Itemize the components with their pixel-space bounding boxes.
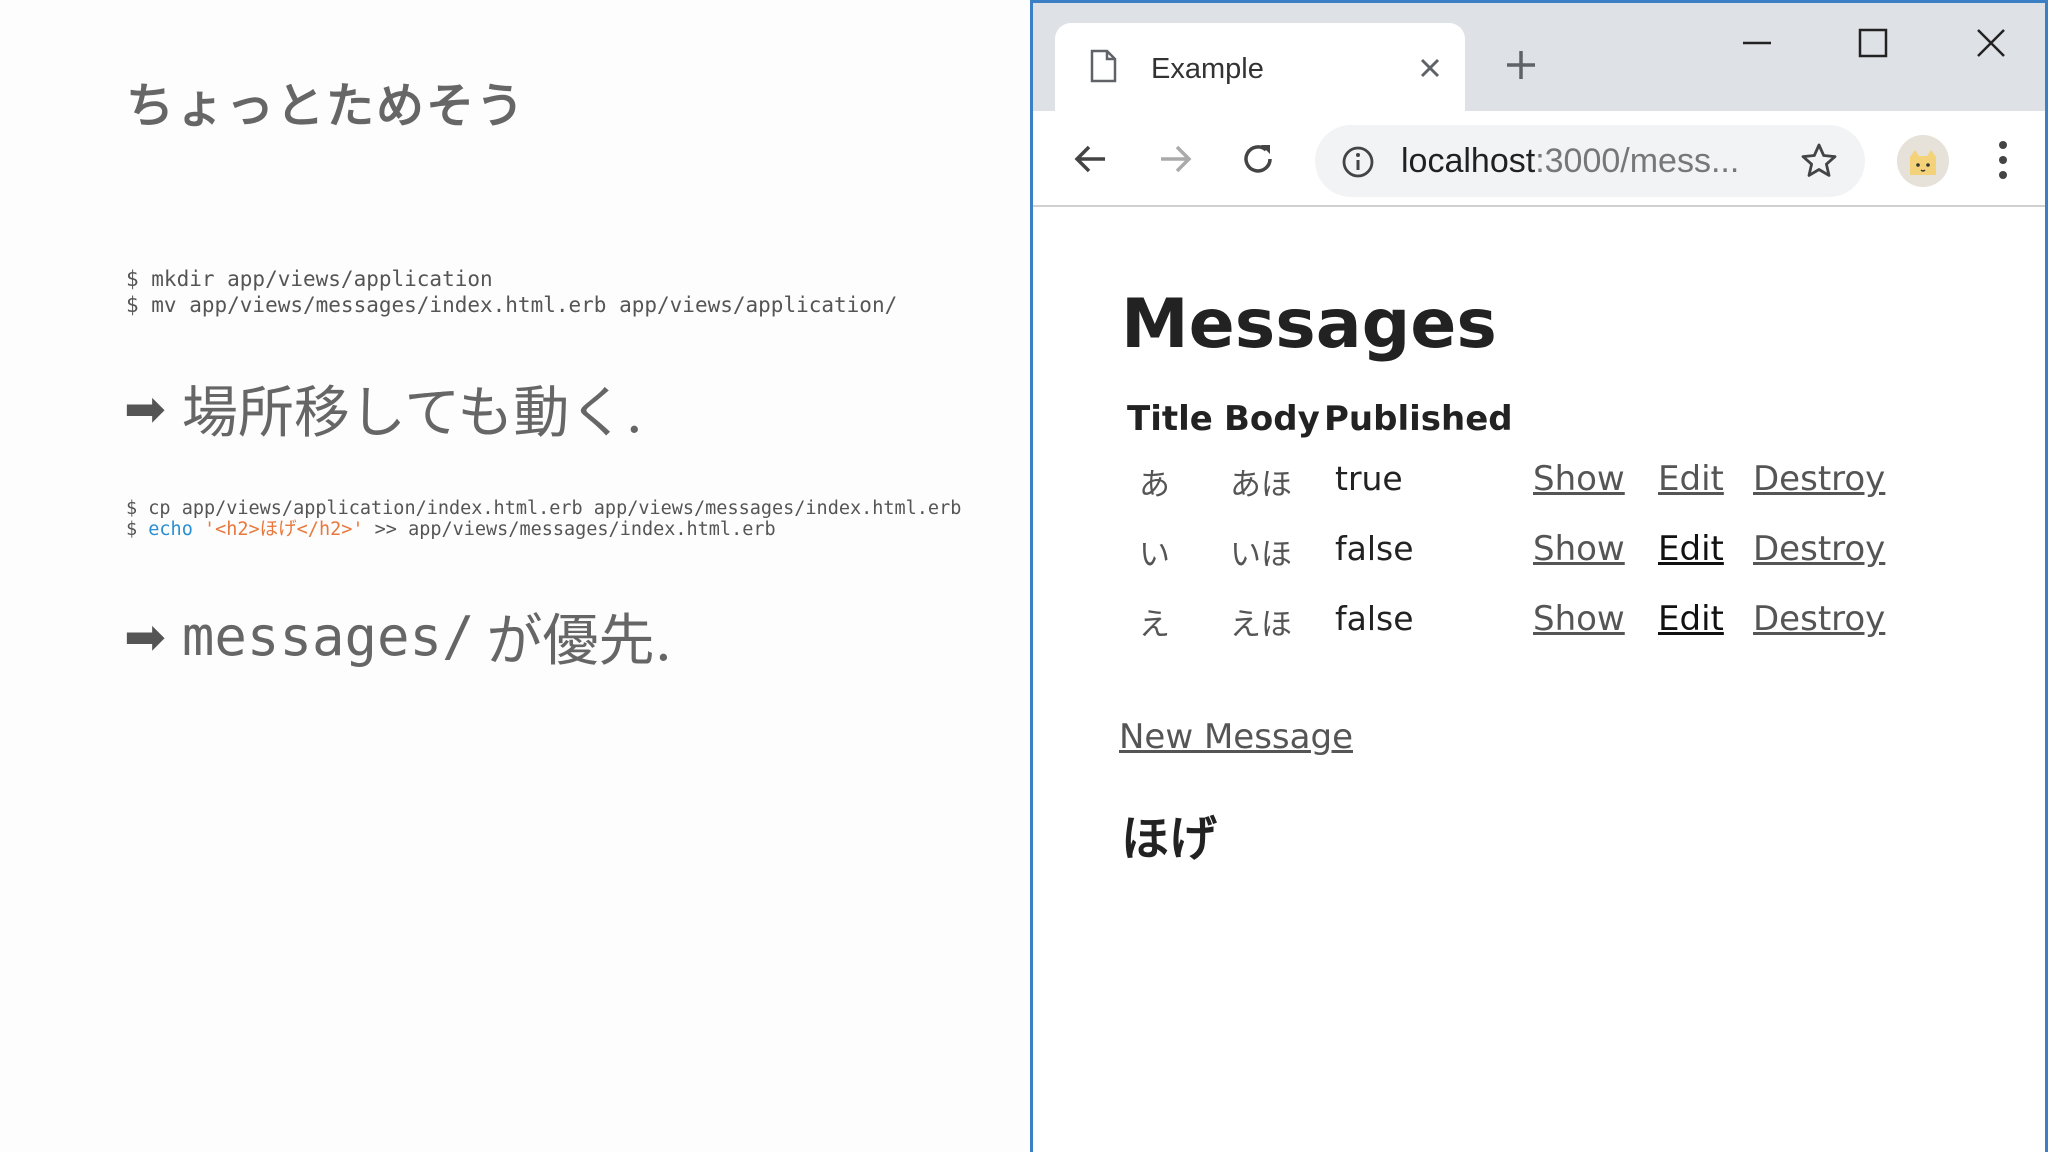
- browser-window: Example localhost:3000/mess... Messages …: [1030, 0, 2048, 1152]
- cell-body: あほ: [1230, 467, 1292, 503]
- cell-published: false: [1335, 599, 1414, 638]
- table-row: え えほ false Show Edit Destroy: [1033, 599, 2045, 659]
- page-icon: [1090, 49, 1117, 83]
- minimize-icon[interactable]: [1737, 23, 1777, 63]
- bullet-text: が優先.: [486, 609, 673, 674]
- right-arrow-icon: ➡: [124, 379, 166, 438]
- destroy-link[interactable]: Destroy: [1753, 459, 1885, 499]
- code-line: $ mkdir app/views/application: [126, 267, 493, 291]
- new-message-link[interactable]: New Message: [1119, 717, 1353, 757]
- maximize-icon[interactable]: [1853, 23, 1893, 63]
- table-row: あ あほ true Show Edit Destroy: [1033, 459, 2045, 519]
- bullet-point-1: ➡ 場所移しても動く.: [124, 368, 643, 449]
- profile-avatar[interactable]: [1897, 135, 1949, 187]
- cell-published: false: [1335, 529, 1414, 568]
- back-arrow-icon[interactable]: [1069, 137, 1113, 181]
- destroy-link[interactable]: Destroy: [1753, 529, 1885, 569]
- forward-arrow-icon[interactable]: [1153, 137, 1197, 181]
- right-arrow-icon: ➡: [124, 607, 166, 666]
- table-header-published: Published: [1324, 399, 1513, 439]
- browser-tab[interactable]: Example: [1055, 23, 1465, 111]
- destroy-link[interactable]: Destroy: [1753, 599, 1885, 639]
- edit-link[interactable]: Edit: [1658, 599, 1724, 639]
- table-header-body: Body: [1224, 399, 1320, 439]
- cell-title: い: [1139, 537, 1170, 573]
- code-block-2: $ cp app/views/application/index.html.er…: [126, 498, 961, 540]
- code-prompt: $: [126, 519, 149, 540]
- show-link[interactable]: Show: [1533, 529, 1625, 569]
- reload-icon[interactable]: [1236, 137, 1280, 181]
- address-bar[interactable]: localhost:3000/mess...: [1315, 125, 1865, 197]
- code-line: $ echo '<h2>ほげ</h2>' >> app/views/messag…: [126, 519, 961, 540]
- page-subheading: ほげ: [1121, 811, 1218, 867]
- show-link[interactable]: Show: [1533, 599, 1625, 639]
- edit-link[interactable]: Edit: [1658, 459, 1724, 499]
- page-heading: Messages: [1121, 285, 1497, 364]
- table-row: い いほ false Show Edit Destroy: [1033, 529, 2045, 589]
- cell-body: えほ: [1230, 607, 1292, 643]
- cell-published: true: [1335, 459, 1403, 498]
- code-line: $ mv app/views/messages/index.html.erb a…: [126, 293, 898, 317]
- new-tab-plus-icon[interactable]: [1503, 47, 1539, 83]
- bullet-text: 場所移しても動く.: [181, 381, 644, 446]
- url-host: localhost: [1401, 142, 1536, 180]
- url-path: :3000/mess...: [1535, 142, 1740, 180]
- cell-title: え: [1139, 607, 1170, 643]
- tab-title: Example: [1151, 53, 1264, 85]
- code-rest: >> app/views/messages/index.html.erb: [363, 519, 776, 540]
- bookmark-star-icon[interactable]: [1799, 141, 1839, 181]
- edit-link[interactable]: Edit: [1658, 529, 1724, 569]
- url-text[interactable]: localhost:3000/mess...: [1401, 142, 1739, 181]
- bullet-code: messages/: [181, 605, 475, 668]
- browser-toolbar: localhost:3000/mess...: [1033, 111, 2045, 207]
- show-link[interactable]: Show: [1533, 459, 1625, 499]
- kebab-menu-icon[interactable]: [1995, 137, 2011, 183]
- cat-avatar-icon: [1897, 135, 1949, 187]
- slide-panel: ちょっとためそう $ mkdir app/views/application $ …: [0, 0, 1030, 1152]
- page-content: Messages Title Body Published あ あほ true …: [1033, 209, 2045, 1152]
- cell-title: あ: [1139, 467, 1170, 503]
- code-block-1: $ mkdir app/views/application $ mv app/vi…: [126, 266, 897, 318]
- window-close-icon[interactable]: [1971, 23, 2011, 63]
- info-icon[interactable]: [1341, 145, 1375, 179]
- slide-title: ちょっとためそう: [126, 78, 527, 134]
- code-line: $ cp app/views/application/index.html.er…: [126, 498, 962, 519]
- tab-strip: Example: [1033, 3, 2045, 111]
- cell-body: いほ: [1230, 537, 1292, 573]
- code-string: '<h2>ほげ</h2>': [203, 519, 364, 540]
- bullet-point-2: ➡ messages/ が優先.: [124, 596, 672, 677]
- close-tab-icon[interactable]: [1415, 53, 1445, 83]
- code-command: echo: [148, 519, 193, 540]
- table-header-title: Title: [1127, 399, 1213, 439]
